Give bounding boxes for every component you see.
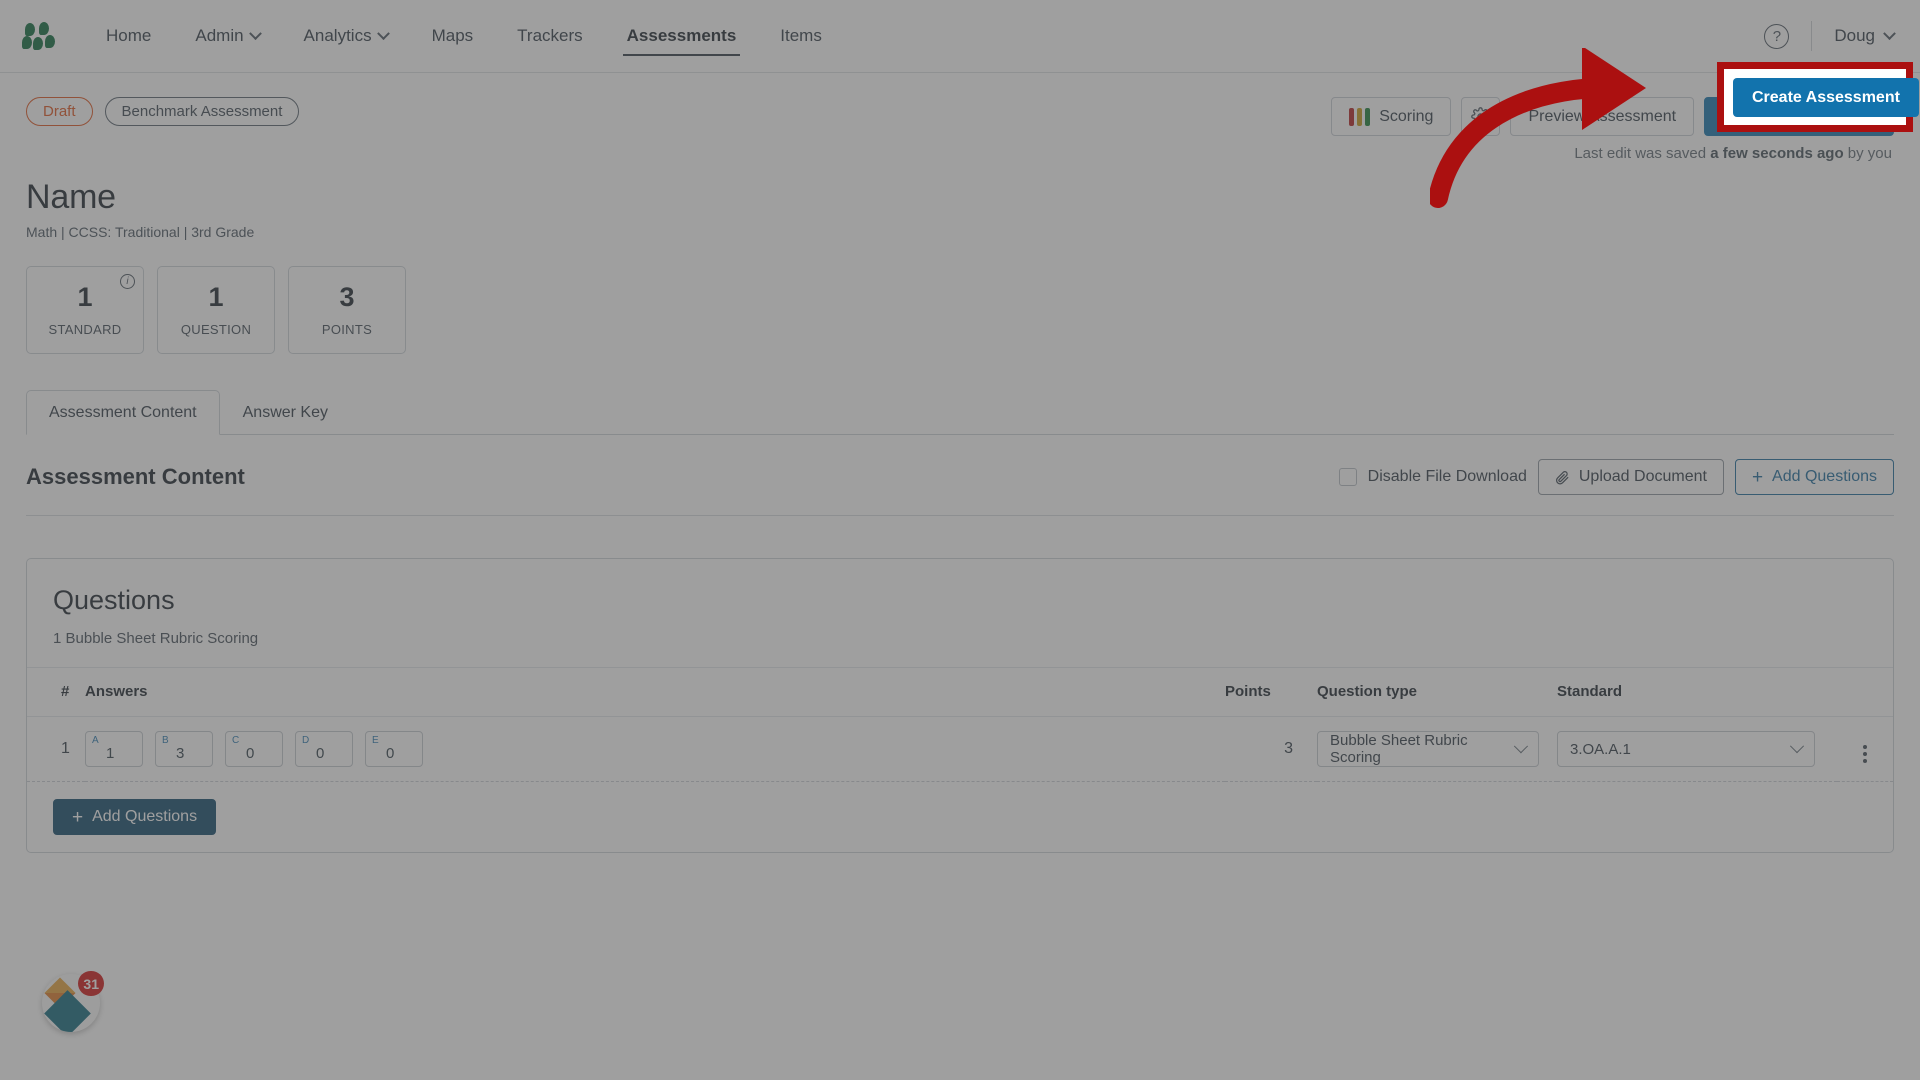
dimming-overlay xyxy=(0,0,1920,1080)
app-root: Home Admin Analytics Maps Trackers Asses… xyxy=(0,0,1920,1080)
create-assessment-label: Create Assessment xyxy=(1752,88,1900,106)
create-assessment-button-highlighted[interactable]: Create Assessment xyxy=(1733,78,1919,117)
